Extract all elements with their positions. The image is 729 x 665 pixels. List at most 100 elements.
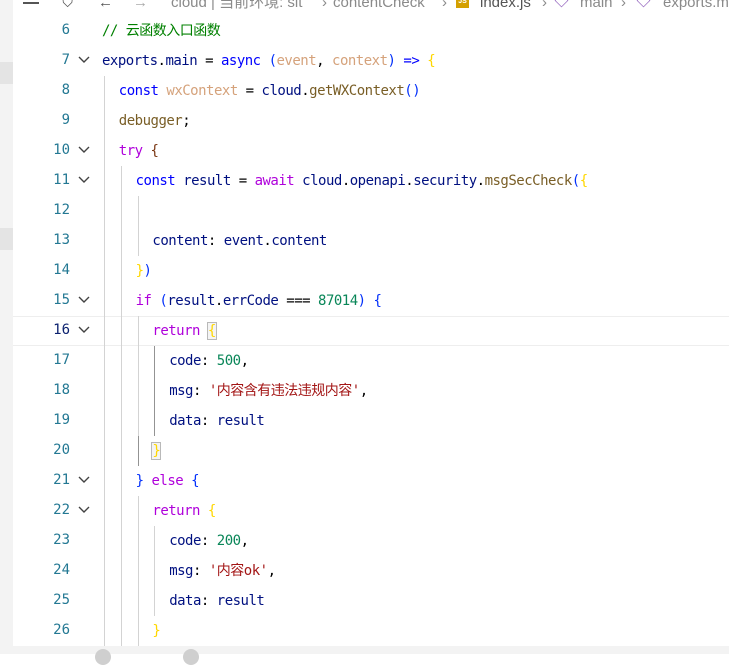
code-token: : bbox=[200, 533, 217, 549]
breadcrumb-folder[interactable]: contentCheck bbox=[333, 0, 425, 13]
code-line[interactable]: 11 const result = await cloud.openapi.sec… bbox=[13, 166, 729, 196]
code-token: result bbox=[216, 593, 265, 609]
code-line[interactable]: 10 try { bbox=[13, 136, 729, 166]
code-line[interactable]: 8 const wxContext = cloud.getWXContext() bbox=[13, 76, 729, 106]
code-line[interactable]: 23 code: 200, bbox=[13, 526, 729, 556]
code-line[interactable]: 14}) bbox=[13, 256, 729, 286]
code-token: 200 bbox=[216, 533, 241, 549]
line-number: 9 bbox=[61, 112, 70, 128]
scroll-thumb[interactable] bbox=[95, 649, 111, 665]
line-number: 14 bbox=[53, 262, 70, 278]
breadcrumb-symbol-main[interactable]: main bbox=[580, 0, 613, 13]
line-number: 13 bbox=[53, 232, 70, 248]
code-text: return { bbox=[152, 501, 216, 521]
code-token: debugger bbox=[118, 113, 183, 129]
indent-guide bbox=[137, 496, 139, 526]
fold-chevron-icon[interactable] bbox=[77, 472, 91, 486]
code-line[interactable]: 21} else { bbox=[13, 466, 729, 496]
fold-chevron-icon[interactable] bbox=[77, 142, 91, 156]
fold-chevron-icon[interactable] bbox=[77, 502, 91, 516]
indent-guide bbox=[120, 226, 122, 256]
code-line[interactable]: 9 debugger; bbox=[13, 106, 729, 136]
line-number: 21 bbox=[53, 472, 70, 488]
activity-strip-marker bbox=[0, 62, 13, 84]
code-token: : bbox=[192, 563, 209, 579]
code-token: result bbox=[216, 413, 265, 429]
forward-arrow-icon[interactable]: → bbox=[133, 0, 148, 13]
fold-chevron-icon[interactable] bbox=[77, 52, 91, 66]
code-line[interactable]: 18 msg: '内容含有违法违规内容', bbox=[13, 376, 729, 406]
indent-guide bbox=[154, 526, 156, 556]
code-line[interactable]: 26} bbox=[13, 616, 729, 646]
breadcrumb-symbol-exports[interactable]: exports.m bbox=[663, 0, 729, 13]
code-line[interactable]: 7 exports.main = async (event, context) =… bbox=[13, 46, 729, 76]
code-line[interactable]: 24 msg: '内容ok', bbox=[13, 556, 729, 586]
fold-chevron-icon[interactable] bbox=[77, 172, 91, 186]
indent-guide bbox=[104, 526, 105, 556]
line-number: 7 bbox=[61, 52, 70, 68]
indent-guide bbox=[120, 406, 122, 436]
indent-guide bbox=[154, 586, 156, 616]
code-line[interactable]: 15 if (result.errCode === 87014) { bbox=[13, 286, 729, 316]
scroll-thumb[interactable] bbox=[183, 649, 199, 665]
code-text: msg: '内容含有违法违规内容', bbox=[169, 381, 368, 401]
code-line[interactable]: 17 code: 500, bbox=[13, 346, 729, 376]
code-token: } bbox=[135, 473, 144, 489]
code-line[interactable]: 6 // 云函数入口函数 bbox=[13, 16, 729, 46]
code-token: msg bbox=[169, 383, 193, 399]
indent-guide bbox=[137, 616, 139, 646]
code-token: try bbox=[118, 143, 143, 159]
code-token: . bbox=[405, 173, 414, 189]
code-text: const wxContext = cloud.getWXContext() bbox=[118, 81, 421, 101]
code-token: ( bbox=[268, 53, 277, 69]
code-text: content: event.content bbox=[152, 231, 327, 251]
indent-guide bbox=[104, 466, 105, 496]
code-token: errCode bbox=[222, 293, 279, 309]
code-editor[interactable]: 6// 云函数入口函数 7 exports.main = async (event,… bbox=[13, 16, 729, 646]
indent-guide bbox=[120, 376, 122, 406]
code-line[interactable]: 19 data: result bbox=[13, 406, 729, 436]
chevron-right-icon: › bbox=[442, 0, 447, 11]
line-number: 24 bbox=[53, 562, 70, 578]
code-token: if bbox=[135, 293, 152, 309]
code-text: data: result bbox=[169, 591, 265, 611]
indent-guide bbox=[120, 196, 122, 226]
code-text: return { bbox=[152, 321, 217, 341]
indent-guide bbox=[120, 526, 122, 556]
code-token: // 云函数入口函数 bbox=[102, 23, 221, 39]
code-token: const bbox=[118, 83, 159, 99]
activity-strip bbox=[0, 0, 13, 654]
breadcrumb-file[interactable]: index.js bbox=[480, 0, 531, 13]
indent-guide bbox=[137, 226, 139, 256]
code-line[interactable]: 13 content: event.content bbox=[13, 226, 729, 256]
bookmark-icon[interactable]: ⛉ bbox=[62, 0, 73, 13]
code-line[interactable]: 20} bbox=[13, 436, 729, 466]
code-token: { bbox=[373, 293, 382, 309]
code-token: const bbox=[135, 173, 176, 189]
fold-chevron-icon[interactable] bbox=[77, 292, 91, 306]
indent-guide bbox=[104, 286, 105, 316]
code-token: event bbox=[276, 53, 317, 69]
menu-icon[interactable] bbox=[23, 0, 39, 7]
code-token: code bbox=[169, 353, 201, 369]
fold-chevron-icon[interactable] bbox=[77, 322, 91, 336]
breadcrumb-project[interactable]: cloud | 当前环境: sit bbox=[171, 0, 302, 13]
code-token: msg bbox=[169, 563, 193, 579]
code-token: await bbox=[254, 173, 295, 189]
indent-guide bbox=[120, 256, 122, 286]
code-line[interactable]: 25 data: result bbox=[13, 586, 729, 616]
back-arrow-icon[interactable]: ← bbox=[98, 0, 113, 13]
code-token: else bbox=[151, 473, 184, 489]
indent-guide bbox=[154, 376, 156, 406]
code-line[interactable]: 12 bbox=[13, 196, 729, 226]
code-text: } bbox=[151, 441, 162, 461]
line-number: 19 bbox=[53, 412, 70, 428]
code-line[interactable]: 16 return { bbox=[13, 316, 729, 346]
horizontal-scrollbar[interactable] bbox=[13, 646, 729, 665]
line-number: 15 bbox=[53, 292, 70, 308]
code-line[interactable]: 22 return { bbox=[13, 496, 729, 526]
code-token: content bbox=[152, 233, 208, 249]
